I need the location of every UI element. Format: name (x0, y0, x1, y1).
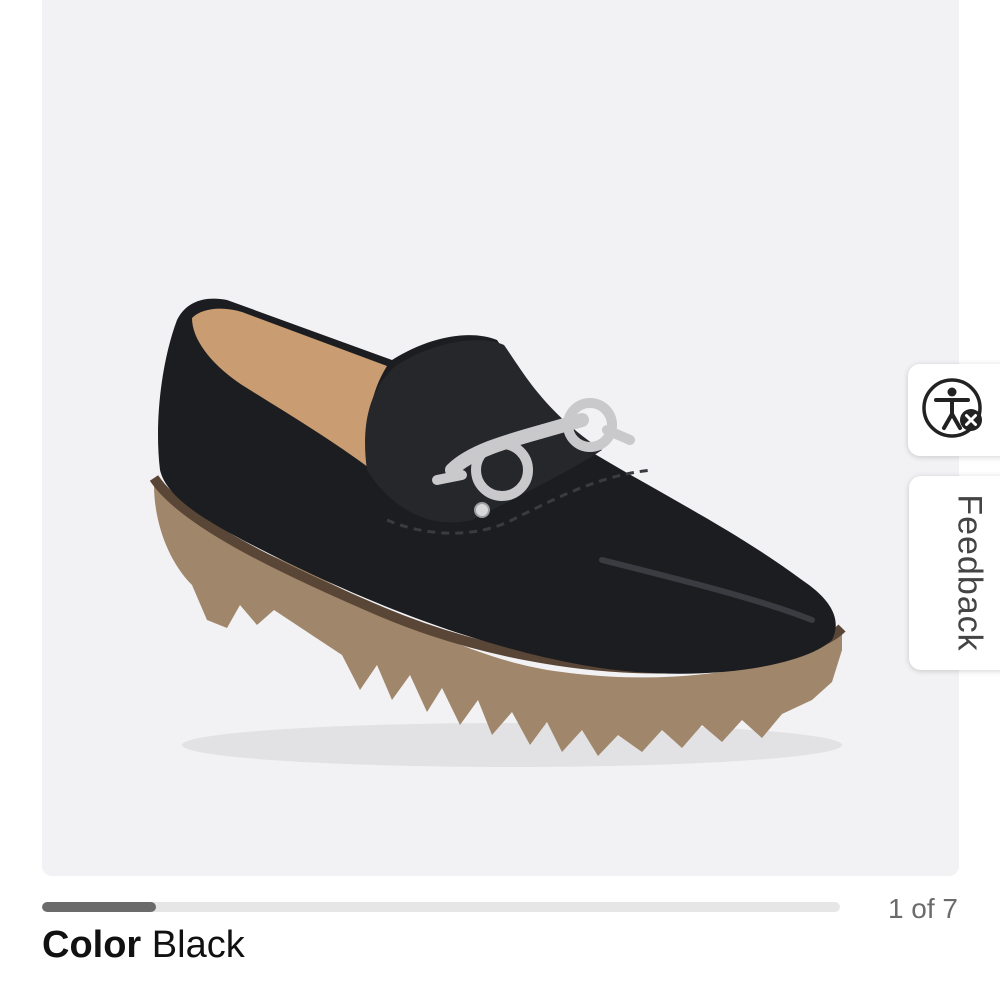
color-value: Black (151, 924, 245, 966)
accessibility-icon (922, 378, 982, 438)
gallery-progress-bar (42, 902, 840, 912)
product-image-gallery[interactable] (42, 0, 959, 876)
image-counter: 1 of 7 (887, 893, 958, 924)
feedback-button[interactable]: Feedback (909, 476, 1000, 670)
color-label: Color (42, 924, 142, 966)
product-image[interactable] (42, 0, 959, 876)
selected-color: Color Black (42, 924, 245, 967)
gallery-progress-fill (42, 902, 157, 912)
accessibility-button[interactable] (908, 364, 1000, 456)
feedback-label: Feedback (950, 494, 989, 652)
shoe-shadow (182, 723, 842, 767)
